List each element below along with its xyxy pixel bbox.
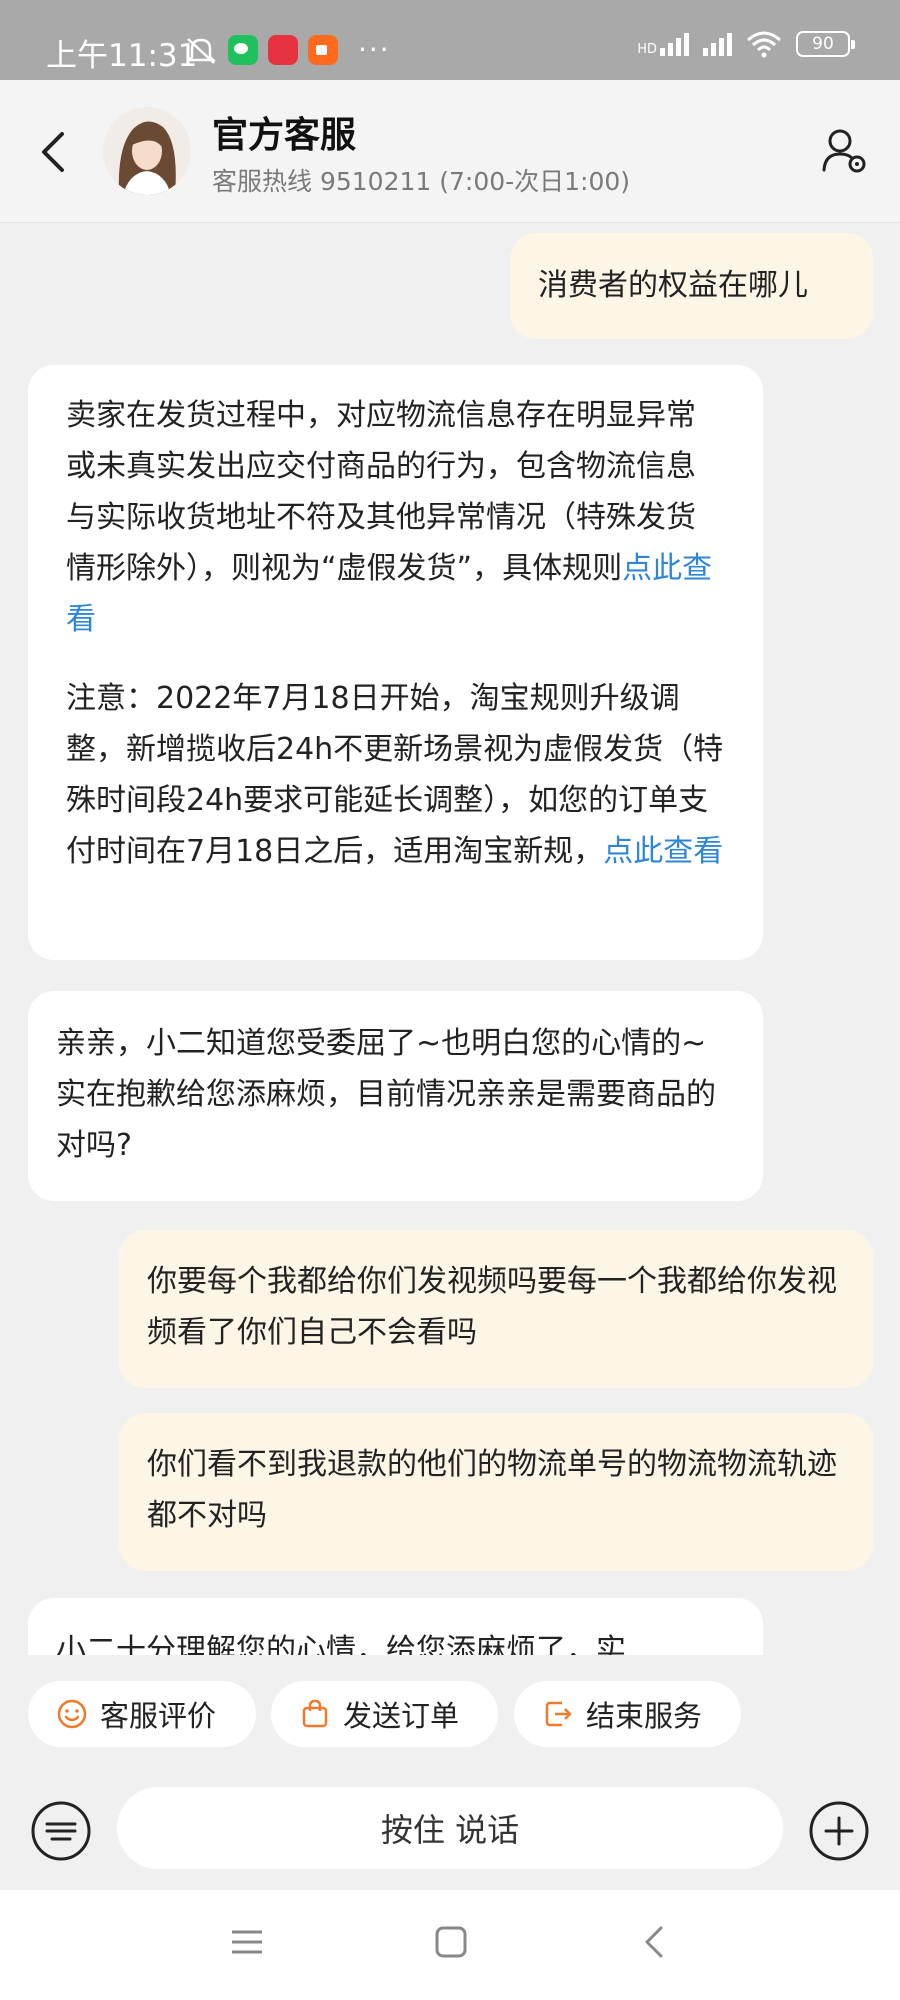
message-user: 消费者的权益在哪儿 xyxy=(510,233,873,339)
message-agent: 小二十分理解您的心情，给您添麻烦了，实 xyxy=(28,1598,763,1655)
more-notifications-icon: ··· xyxy=(358,33,391,66)
avatar[interactable] xyxy=(103,107,191,195)
message-user: 你要每个我都给你们发视频吗要每一个我都给你发视频看了你们自己不会看吗 xyxy=(119,1230,873,1388)
message-agent: 卖家在发货过程中，对应物流信息存在明显异常或未真实发出应交付商品的行为，包含物流… xyxy=(28,365,763,960)
wifi-icon xyxy=(747,31,781,58)
shopping-bag-icon xyxy=(302,1699,328,1728)
user-settings-icon[interactable] xyxy=(820,126,870,178)
status-bar: 上午11:31 ··· HD 90 xyxy=(0,0,900,80)
menu-icon[interactable] xyxy=(229,1922,265,1962)
tmall-icon xyxy=(268,34,298,65)
message-user: 你们看不到我退款的他们的物流单号的物流物流轨迹都不对吗 xyxy=(119,1413,873,1571)
nav-back-icon[interactable] xyxy=(637,1922,673,1962)
back-icon[interactable] xyxy=(34,126,74,178)
chat-messages[interactable]: 消费者的权益在哪儿 卖家在发货过程中，对应物流信息存在明显异常或未真实发出应交付… xyxy=(0,223,900,1655)
view-new-rules-link[interactable]: 点此查看 xyxy=(603,834,723,869)
input-bar: 按住 说话 xyxy=(0,1775,900,1890)
hotline-info: 客服热线 9510211 (7:00-次日1:00) xyxy=(212,167,631,196)
send-order-button[interactable]: 发送订单 xyxy=(271,1681,498,1747)
hold-to-talk-button[interactable]: 按住 说话 xyxy=(117,1787,783,1869)
chat-header: 官方客服 客服热线 9510211 (7:00-次日1:00) xyxy=(0,80,900,223)
quick-actions-bar: 客服评价 发送订单 结束服务 xyxy=(0,1655,900,1775)
end-service-button[interactable]: 结束服务 xyxy=(514,1681,741,1747)
cellular-signal-2-icon xyxy=(703,32,732,56)
status-time: 上午11:31 xyxy=(46,38,198,74)
page-title: 官方客服 xyxy=(212,115,357,156)
wechat-icon xyxy=(228,34,258,65)
keyboard-toggle-icon[interactable] xyxy=(30,1800,92,1862)
battery-level: 90 xyxy=(812,34,834,54)
home-icon[interactable] xyxy=(433,1922,469,1962)
mute-icon xyxy=(185,37,217,64)
agent-avatar-icon xyxy=(103,107,191,195)
exit-icon xyxy=(545,1701,572,1727)
cellular-signal-icon: HD xyxy=(637,32,689,56)
smiley-icon xyxy=(57,1699,87,1729)
add-attachment-icon[interactable] xyxy=(808,1800,870,1862)
battery-icon: 90 xyxy=(796,31,855,57)
message-agent: 亲亲，小二知道您受委屈了~也明白您的心情的~实在抱歉给您添麻烦，目前情况亲亲是需… xyxy=(28,991,763,1201)
rate-service-button[interactable]: 客服评价 xyxy=(28,1681,256,1747)
video-icon xyxy=(308,34,338,65)
system-nav-bar xyxy=(0,1890,900,2000)
